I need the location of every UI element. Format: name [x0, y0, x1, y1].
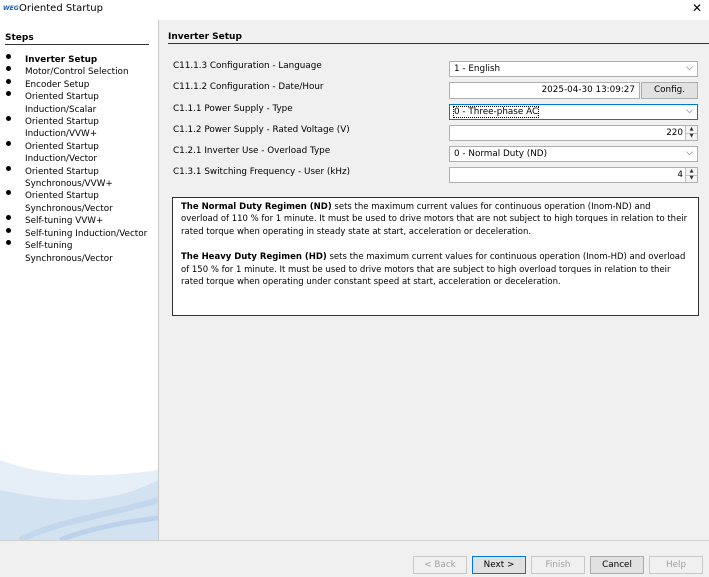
sidebar-watermark-graphic	[0, 460, 158, 540]
steps-sidebar: Steps Inverter Setup Motor/Control Selec…	[0, 20, 159, 540]
supply-type-value: 0 - Three-phase AC	[452, 106, 540, 118]
heavy-duty-title: The Heavy Duty Regimen (HD)	[181, 252, 327, 263]
step-oriented-startup-induction-vvw: Oriented Startup Induction/VVW+	[0, 116, 150, 141]
step-oriented-startup-induction-scalar: Oriented Startup Induction/Scalar	[0, 91, 150, 116]
supply-type-select[interactable]: 0 - Three-phase AC ⌵	[449, 104, 698, 120]
step-self-tuning-vvw: Self-tuning VVW+	[0, 215, 150, 227]
weg-logo-icon: WEG	[3, 5, 19, 12]
wizard-footer: < Back Next > Finish Cancel Help	[0, 540, 709, 577]
step-self-tuning-induction-vector: Self-tuning Induction/Vector	[0, 227, 150, 240]
step-oriented-startup-induction-vector: Oriented Startup Induction/Vector	[0, 140, 150, 166]
steps-list: Inverter Setup Motor/Control Selection E…	[0, 54, 150, 265]
voltage-label: C1.1.2 Power Supply - Rated Voltage (V)	[173, 125, 350, 135]
back-button[interactable]: < Back	[413, 556, 467, 574]
spin-down-icon[interactable]: ▼	[686, 133, 697, 140]
voltage-value: 220	[666, 128, 683, 138]
step-oriented-startup-synchronous-vvw: Oriented Startup Synchronous/VVW+	[0, 165, 150, 191]
heavy-duty-paragraph: The Heavy Duty Regimen (HD) sets the max…	[181, 251, 690, 288]
spin-down-icon[interactable]: ▼	[686, 175, 697, 182]
step-inverter-setup: Inverter Setup	[0, 54, 150, 66]
language-select[interactable]: 1 - English ⌵	[449, 61, 698, 77]
datetime-label: C11.1.2 Configuration - Date/Hour	[173, 82, 324, 92]
cancel-button[interactable]: Cancel	[590, 556, 644, 574]
chevron-down-icon: ⌵	[686, 106, 693, 116]
title-bar: WEG Oriented Startup ✕	[0, 0, 709, 20]
step-self-tuning-synchronous-vector: Self-tuning Synchronous/Vector	[0, 240, 150, 265]
steps-divider	[5, 44, 149, 45]
finish-button[interactable]: Finish	[531, 556, 585, 574]
normal-duty-paragraph: The Normal Duty Regimen (ND) sets the ma…	[181, 201, 690, 238]
next-button[interactable]: Next >	[472, 556, 526, 574]
normal-duty-title: The Normal Duty Regimen (ND)	[181, 202, 332, 212]
chevron-down-icon: ⌵	[686, 148, 693, 158]
overload-select[interactable]: 0 - Normal Duty (ND) ⌵	[449, 146, 698, 162]
page-title: Inverter Setup	[168, 32, 242, 42]
voltage-spin-buttons: ▲ ▼	[685, 126, 697, 140]
voltage-spinner[interactable]: 220 ▲ ▼	[449, 125, 698, 141]
overload-label: C1.2.1 Inverter Use - Overload Type	[173, 146, 331, 156]
help-text-box: The Normal Duty Regimen (ND) sets the ma…	[172, 197, 699, 316]
page-title-divider	[168, 43, 709, 44]
frequency-spin-buttons: ▲ ▼	[685, 168, 697, 182]
window-title: Oriented Startup	[19, 3, 103, 14]
step-encoder-setup: Encoder Setup	[0, 78, 150, 91]
frequency-spinner[interactable]: 4 ▲ ▼	[449, 167, 698, 183]
language-label: C11.1.3 Configuration - Language	[173, 61, 322, 71]
chevron-down-icon: ⌵	[686, 63, 693, 73]
close-icon[interactable]: ✕	[689, 1, 705, 15]
config-button[interactable]: Config.	[641, 82, 698, 99]
steps-heading: Steps	[5, 33, 34, 43]
help-button[interactable]: Help	[649, 556, 703, 574]
datetime-value: 2025-04-30 13:09:27	[541, 85, 635, 95]
language-value: 1 - English	[454, 64, 501, 74]
main-panel: Inverter Setup C11.1.3 Configuration - L…	[159, 20, 709, 540]
overload-value: 0 - Normal Duty (ND)	[454, 149, 548, 159]
step-motor-control-selection: Motor/Control Selection	[0, 66, 150, 78]
supply-type-label: C1.1.1 Power Supply - Type	[173, 104, 293, 114]
datetime-field[interactable]: 2025-04-30 13:09:27	[449, 82, 640, 99]
frequency-value: 4	[677, 170, 683, 180]
frequency-label: C1.3.1 Switching Frequency - User (kHz)	[173, 167, 351, 177]
step-oriented-startup-synchronous-vector: Oriented Startup Synchronous/Vector	[0, 190, 150, 215]
